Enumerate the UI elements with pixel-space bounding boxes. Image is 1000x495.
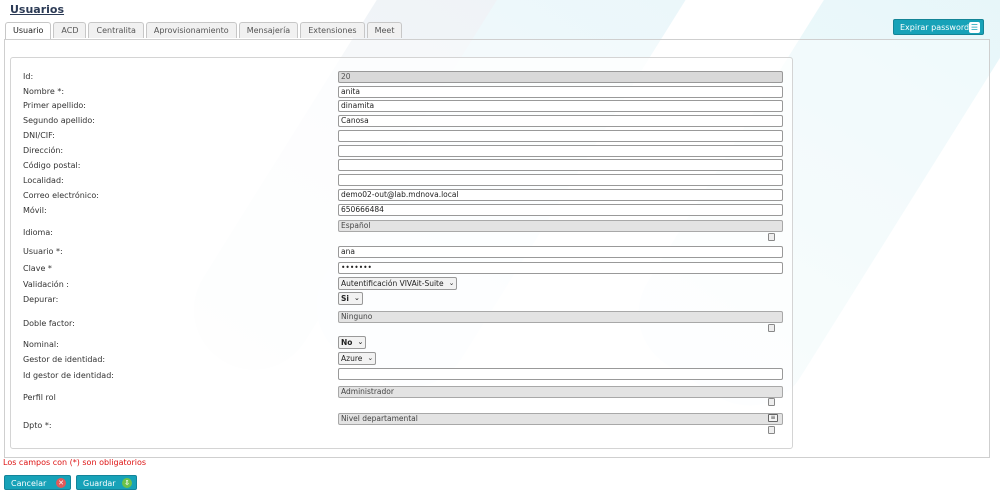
database-icon[interactable]	[768, 324, 775, 332]
nombre-input[interactable]: anita	[338, 86, 783, 98]
cancel-label: Cancelar	[11, 479, 47, 488]
tab-bar: Usuario ACD Centralita Aprovisionamiento…	[5, 22, 404, 39]
clave-label: Clave *	[23, 264, 52, 273]
codigo-postal-input[interactable]	[338, 159, 783, 171]
chevron-down-icon: ⌄	[353, 294, 360, 302]
validacion-select[interactable]: Autentificación VIVAit-Suite ⌄	[338, 277, 458, 290]
idioma-field: Español	[338, 220, 783, 232]
dni-input[interactable]	[338, 130, 783, 142]
document-icon: ☰	[969, 22, 980, 33]
save-label: Guardar	[83, 479, 116, 488]
dpto-field: Nivel departamental	[338, 413, 783, 425]
save-button[interactable]: Guardar ⇩	[76, 475, 137, 490]
idioma-label: Idioma:	[23, 228, 53, 237]
primer-apellido-label: Primer apellido:	[23, 101, 86, 110]
chevron-down-icon: ⌄	[357, 338, 364, 346]
correo-label: Correo electrónico:	[23, 191, 99, 200]
perfil-rol-field: Administrador	[338, 386, 783, 398]
page-title: Usuarios	[10, 3, 65, 16]
tab-extensiones[interactable]: Extensiones	[300, 22, 365, 38]
dpto-label: Dpto *:	[23, 421, 52, 430]
list-icon[interactable]: ≡	[768, 414, 778, 422]
movil-input[interactable]: 650666484	[338, 204, 783, 216]
database-icon[interactable]	[768, 426, 775, 434]
gestor-identidad-value: Azure	[341, 354, 363, 363]
localidad-label: Localidad:	[23, 176, 64, 185]
tab-usuario[interactable]: Usuario	[5, 22, 52, 39]
clave-input[interactable]: •••••••	[338, 262, 783, 274]
id-gestor-label: Id gestor de identidad:	[23, 371, 114, 380]
required-fields-note: Los campos con (*) son obligatorios	[3, 458, 147, 467]
localidad-input[interactable]	[338, 174, 783, 186]
depurar-select[interactable]: Si ⌄	[338, 292, 363, 305]
database-icon[interactable]	[768, 233, 775, 241]
save-icon: ⇩	[122, 478, 132, 488]
primer-apellido-input[interactable]: dinamita	[338, 100, 783, 112]
id-field: 20	[338, 71, 783, 83]
id-label: Id:	[23, 72, 34, 81]
doble-factor-label: Doble factor:	[23, 319, 75, 328]
depurar-label: Depurar:	[23, 295, 59, 304]
tab-aprovisionamiento[interactable]: Aprovisionamiento	[145, 22, 237, 38]
chevron-down-icon: ⌄	[367, 354, 374, 362]
nominal-label: Nominal:	[23, 340, 59, 349]
nominal-select[interactable]: No ⌄	[338, 336, 367, 349]
validacion-value: Autentificación VIVAit-Suite	[341, 279, 444, 288]
tab-acd[interactable]: ACD	[53, 22, 87, 38]
codigo-postal-label: Código postal:	[23, 161, 81, 170]
gestor-identidad-label: Gestor de identidad:	[23, 355, 106, 364]
database-icon[interactable]	[768, 398, 775, 406]
tab-mensajeria[interactable]: Mensajería	[238, 22, 299, 38]
nominal-value: No	[341, 338, 353, 347]
direccion-input[interactable]	[338, 145, 783, 157]
segundo-apellido-input[interactable]: Canosa	[338, 115, 783, 127]
expire-password-button[interactable]: Expirar password ☰	[893, 19, 984, 35]
chevron-down-icon: ⌄	[448, 279, 455, 287]
dni-label: DNI/CIF:	[23, 131, 55, 140]
direccion-label: Dirección:	[23, 146, 64, 155]
close-icon: ✕	[56, 478, 66, 488]
id-gestor-input[interactable]	[338, 368, 783, 380]
doble-factor-field: Ninguno	[338, 311, 783, 323]
movil-label: Móvil:	[23, 206, 47, 215]
usuario-input[interactable]: ana	[338, 246, 783, 258]
expire-password-label: Expirar password	[900, 22, 970, 32]
tab-meet[interactable]: Meet	[366, 22, 403, 38]
segundo-apellido-label: Segundo apellido:	[23, 116, 95, 125]
nombre-label: Nombre *:	[23, 87, 65, 96]
validacion-label: Validación :	[23, 280, 70, 289]
perfil-rol-label: Perfil rol	[23, 393, 56, 402]
depurar-value: Si	[341, 294, 349, 303]
tab-centralita[interactable]: Centralita	[88, 22, 144, 38]
usuario-label: Usuario *:	[23, 247, 63, 256]
correo-input[interactable]: demo02-out@lab.mdnova.local	[338, 189, 783, 201]
cancel-button[interactable]: Cancelar ✕	[4, 475, 71, 490]
gestor-identidad-select[interactable]: Azure ⌄	[338, 352, 377, 365]
